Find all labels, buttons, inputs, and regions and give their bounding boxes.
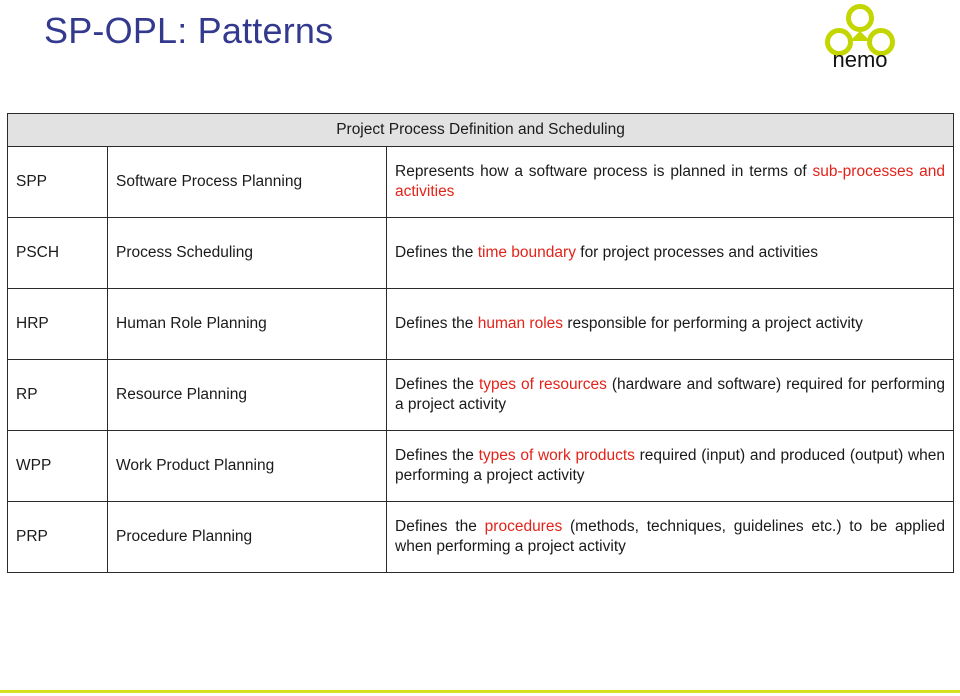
pattern-description: Defines the types of work products requi… [385, 430, 955, 503]
description-text: Defines the [395, 376, 479, 393]
page-title: SP-OPL: Patterns [44, 10, 334, 51]
description-highlight: human roles [477, 315, 564, 333]
description-highlight: types of work products [478, 447, 635, 464]
pattern-abbreviation: HRP [7, 288, 108, 361]
bottom-accent-rule [0, 690, 960, 693]
table-row: PSCH Process Scheduling Defines the time b… [7, 217, 955, 290]
description-text: for project processes and activities [575, 244, 819, 262]
table-row: RP Resource Planning Defines the types of … [7, 359, 955, 432]
table-header-title: Project Process Definition and Schedulin… [6, 112, 955, 148]
patterns-table: Project Process Definition and Schedulin… [6, 112, 955, 574]
table-row: PRP Procedure Planning Defines the procedu… [7, 501, 955, 574]
pattern-description: Defines the time boundary for project pr… [385, 217, 955, 290]
nemo-center-triangle-icon [850, 31, 870, 41]
pattern-description: Defines the procedures (methods, techniq… [385, 501, 955, 574]
table-row: HRP Human Role Planning Defines the human … [7, 288, 955, 361]
pattern-description: Defines the types of resources (hardware… [385, 359, 955, 432]
pattern-abbreviation: WPP [7, 430, 108, 503]
description-text: Represents how a software process is pla… [395, 163, 813, 180]
table-row: WPP Work Product Planning Defines the type… [7, 430, 955, 503]
description-highlight: types of resources [479, 376, 607, 393]
nemo-logo: nemo [812, 4, 908, 72]
description-text: Defines the [395, 244, 478, 262]
pattern-name: Procedure Planning [107, 501, 387, 574]
nemo-wordmark: nemo [832, 47, 887, 72]
pattern-description: Defines the human roles responsible for … [385, 288, 955, 361]
pattern-name: Work Product Planning [107, 430, 387, 503]
pattern-abbreviation: RP [7, 359, 108, 432]
table-row: SPP Software Process Planning Represents h… [7, 146, 955, 219]
description-text: Defines the [395, 447, 479, 464]
description-highlight: procedures [484, 518, 563, 535]
pattern-abbreviation: PRP [7, 501, 108, 574]
pattern-name: Software Process Planning [107, 146, 387, 219]
pattern-name: Human Role Planning [107, 288, 387, 361]
pattern-name: Process Scheduling [107, 217, 387, 290]
pattern-abbreviation: PSCH [7, 217, 108, 290]
description-highlight: time boundary [477, 244, 576, 262]
description-text: responsible for performing a project act… [563, 315, 863, 333]
table-header-row: Project Process Definition and Schedulin… [6, 112, 955, 148]
description-text: Defines the [395, 315, 478, 333]
pattern-description: Represents how a software process is pla… [385, 146, 955, 219]
description-text: Defines the [395, 518, 485, 535]
pattern-name: Resource Planning [107, 359, 387, 432]
pattern-abbreviation: SPP [7, 146, 108, 219]
